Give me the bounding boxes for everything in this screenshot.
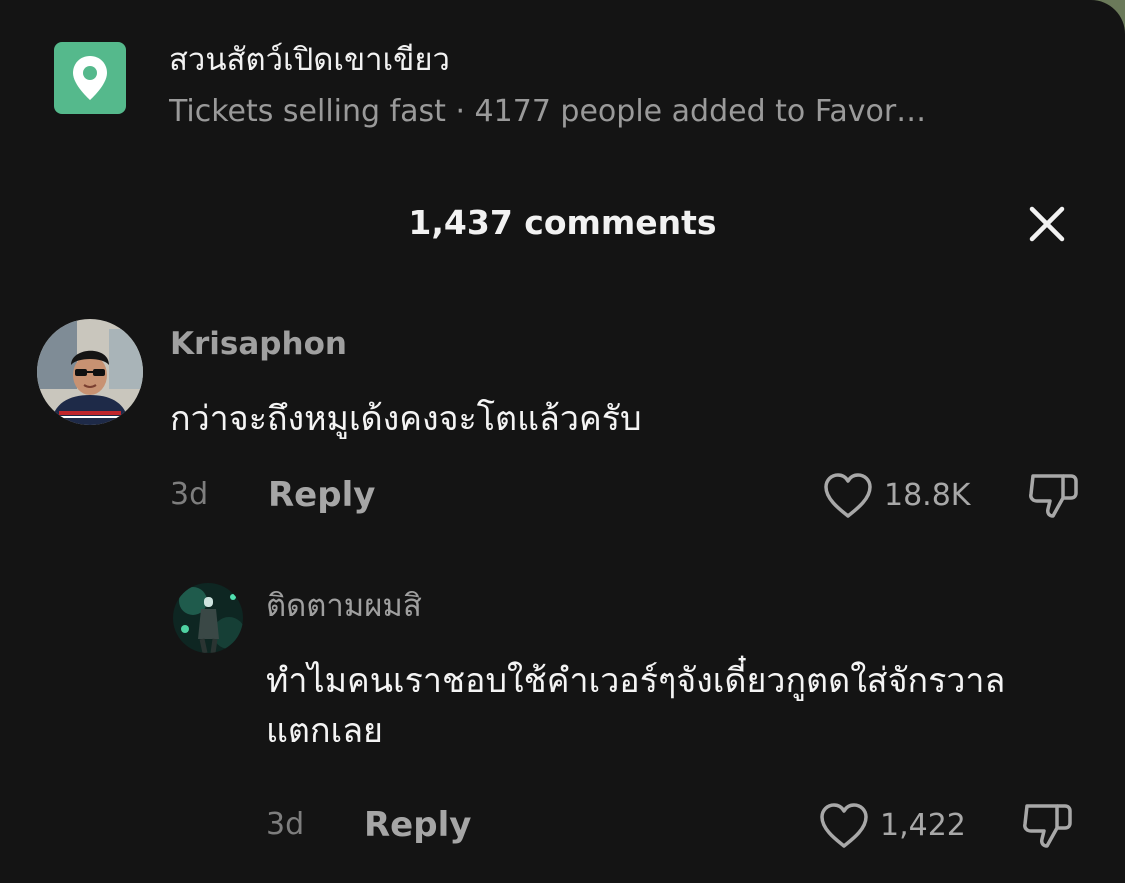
like-button[interactable]: 1,422 <box>818 802 966 850</box>
location-banner[interactable]: สวนสัตว์เปิดเขาเขียว Tickets selling fas… <box>54 42 926 129</box>
reply-button[interactable]: Reply <box>268 475 375 515</box>
location-title: สวนสัตว์เปิดเขาเขียว <box>169 42 450 78</box>
comment-age: 3d <box>170 477 209 512</box>
comments-count-title: 1,437 comments <box>408 203 717 242</box>
like-count: 1,422 <box>880 808 966 843</box>
location-pin-icon <box>54 42 126 114</box>
close-button[interactable] <box>1027 204 1067 244</box>
like-button[interactable]: 18.8K <box>822 472 970 520</box>
comment-username[interactable]: ติดตามผมสิ <box>266 588 422 624</box>
dislike-button[interactable] <box>1021 800 1073 850</box>
comment-text: ทำไมคนเราชอบใช้คำเวอร์ๆจังเดี๋ยวกูตดใส่จ… <box>266 661 1006 751</box>
thumbs-down-icon <box>1029 474 1078 518</box>
thumbs-down-icon <box>1023 804 1072 848</box>
dislike-button[interactable] <box>1027 470 1079 520</box>
close-icon <box>1029 206 1065 242</box>
location-subtitle: Tickets selling fast · 4177 people added… <box>169 94 927 129</box>
heart-icon <box>820 803 868 848</box>
comment-text: กว่าจะถึงหมูเด้งคงจะโตแล้วครับ <box>170 399 642 439</box>
comment-username[interactable]: Krisaphon <box>170 326 347 362</box>
comments-sheet: สวนสัตว์เปิดเขาเขียว Tickets selling fas… <box>0 0 1125 883</box>
heart-icon <box>824 473 872 518</box>
comment-age: 3d <box>266 807 305 842</box>
reply-button[interactable]: Reply <box>364 805 471 845</box>
avatar[interactable] <box>37 319 143 425</box>
avatar[interactable] <box>173 583 243 653</box>
like-count: 18.8K <box>884 478 971 513</box>
